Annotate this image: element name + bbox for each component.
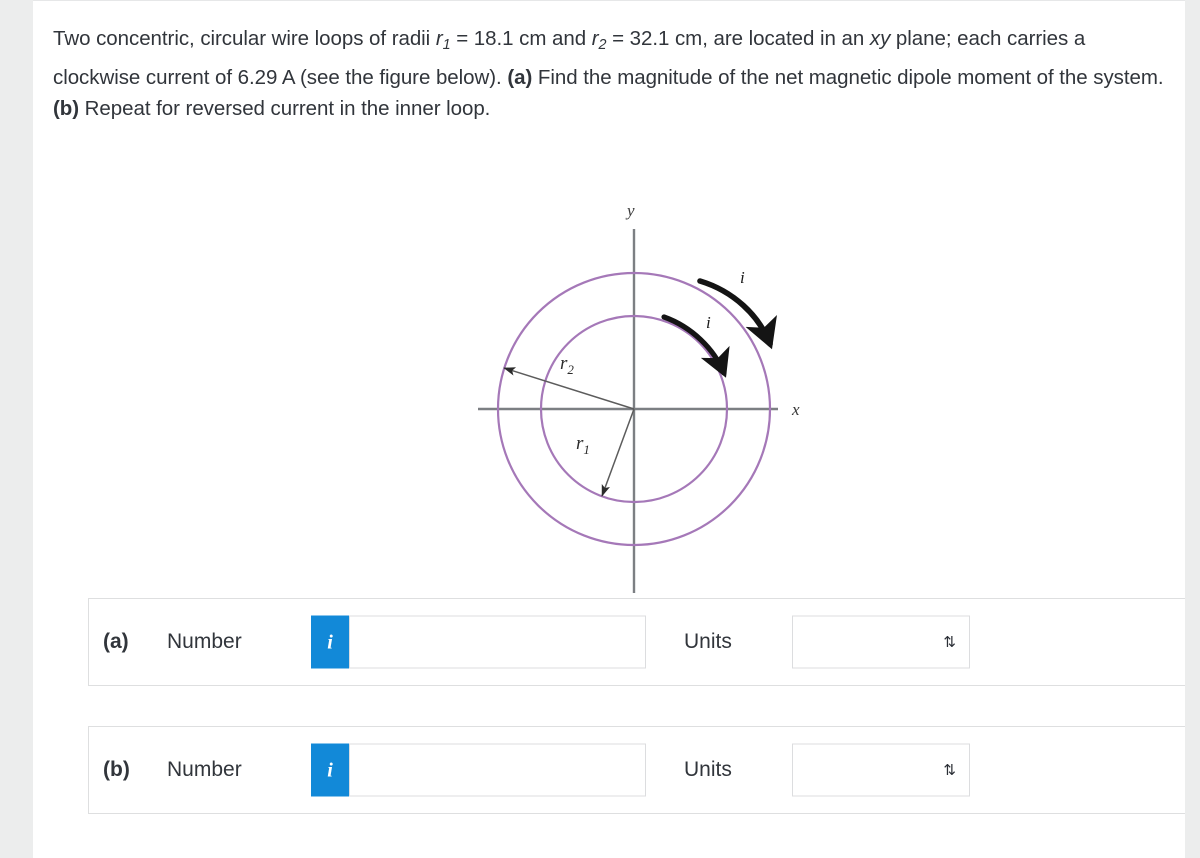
part-label-b: (b) <box>103 758 130 781</box>
number-label-a: Number <box>167 630 242 653</box>
statement-segment-3: = 18.1 cm and <box>450 27 592 50</box>
info-button-b[interactable]: i <box>311 743 349 797</box>
units-label-b: Units <box>684 758 732 781</box>
axis-label-y: y <box>625 201 635 220</box>
info-button-a[interactable]: i <box>311 615 349 669</box>
page-right-margin <box>1185 0 1200 858</box>
statement-segment-0: Two concentric, circular wire loops of r… <box>53 27 436 50</box>
problem-page: Two concentric, circular wire loops of r… <box>33 0 1198 858</box>
number-input-b[interactable] <box>349 743 646 797</box>
current-label-outer: i <box>740 268 745 287</box>
chevron-updown-icon: ⇅ <box>943 760 956 779</box>
statement-segment-11: (b) <box>53 97 80 121</box>
chevron-updown-icon: ⇅ <box>943 632 956 651</box>
number-label-b: Number <box>167 758 242 781</box>
number-input-a[interactable] <box>349 615 646 669</box>
units-select-b[interactable]: ⇅ <box>792 743 970 797</box>
statement-segment-9: (a) <box>507 65 533 89</box>
radius-inner-label: r1 <box>576 433 590 457</box>
problem-statement: Two concentric, circular wire loops of r… <box>53 23 1173 125</box>
answer-row-b: (b) Number i Units ⇅ <box>88 726 1198 814</box>
statement-segment-2: 1 <box>442 37 451 54</box>
current-label-inner: i <box>706 313 711 332</box>
answer-row-a: (a) Number i Units ⇅ <box>88 598 1198 686</box>
axis-label-x: x <box>791 400 800 419</box>
statement-segment-1: r <box>435 27 443 50</box>
statement-segment-10: Find the magnitude of the net magnetic d… <box>532 65 1164 89</box>
physics-figure: x y r2 r1 i i <box>443 191 843 606</box>
statement-segment-6: = 32.1 cm, are located in an <box>606 27 870 50</box>
info-icon: i <box>327 759 333 781</box>
part-label-a: (a) <box>103 630 129 653</box>
radius-outer-label: r2 <box>560 353 574 377</box>
units-select-a[interactable]: ⇅ <box>792 615 970 669</box>
info-icon: i <box>327 631 333 653</box>
statement-segment-7: xy <box>869 27 891 50</box>
units-label-a: Units <box>684 630 732 653</box>
axes <box>478 229 778 593</box>
radius-inner-arrow <box>601 408 635 497</box>
statement-segment-12: Repeat for reversed current in the inner… <box>79 97 491 121</box>
